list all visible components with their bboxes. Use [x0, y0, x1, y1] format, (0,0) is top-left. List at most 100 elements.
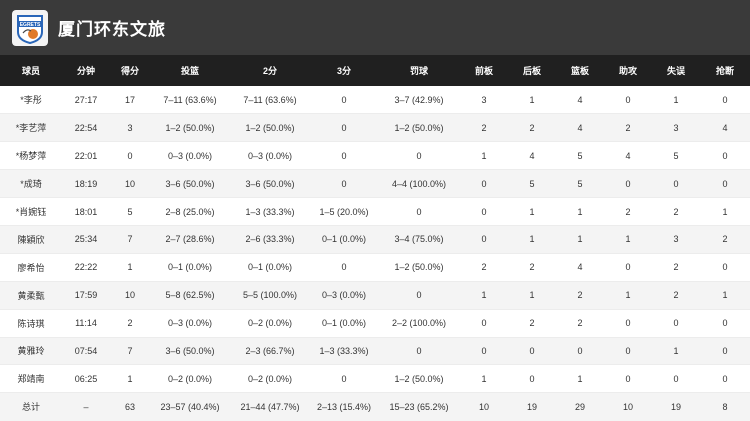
stat-cell: 0	[556, 337, 604, 366]
stat-cell: 1	[508, 86, 556, 115]
stat-cell: 1	[700, 197, 750, 226]
stat-cell: 0	[700, 309, 750, 338]
column-header[interactable]: 投篮	[150, 55, 230, 86]
player-name-cell[interactable]: 郑靖南	[0, 364, 62, 394]
stat-cell: 3–6 (50.0%)	[150, 169, 230, 199]
stat-cell: 0	[310, 113, 378, 143]
stat-cell: 0–1 (0.0%)	[310, 225, 378, 254]
table-row: 廖希怡 22:22 1 0–1 (0.0%) 0–1 (0.0%) 0 1–2 (50.0%…	[0, 253, 750, 282]
stat-cell: 7–11 (63.6%)	[230, 86, 310, 115]
column-header[interactable]: 后板	[508, 55, 556, 86]
stat-cell: 0	[604, 253, 652, 282]
player-name-cell[interactable]: *杨梦萍	[0, 141, 62, 171]
stat-cell: 22:01	[62, 141, 110, 171]
stat-cell: 0	[652, 309, 700, 338]
stat-cell: 8	[722, 401, 728, 412]
stat-cell: 1–2 (50.0%)	[150, 113, 230, 143]
stat-cell: 1	[508, 197, 556, 226]
stat-cell: 1	[652, 86, 700, 115]
player-name-cell[interactable]: 陳穎欣	[0, 225, 62, 254]
table-header-row: 球员 分钟 得分 投篮 2分 3分 罚球 前板 后板 篮板 助攻 失误 抢断	[0, 55, 750, 86]
logo-text: EGRETS	[20, 22, 41, 28]
stat-cell: 2	[604, 197, 652, 226]
stat-cell: 2	[652, 281, 700, 310]
stat-cell: 3	[110, 113, 150, 143]
player-name-cell[interactable]: 廖希怡	[0, 253, 62, 282]
column-header[interactable]: 2分	[230, 55, 310, 86]
stat-cell: 0–3 (0.0%)	[310, 281, 378, 310]
stat-cell: 3–6 (50.0%)	[150, 337, 230, 366]
stat-cell: 1	[110, 253, 150, 282]
stat-cell: 0	[310, 364, 378, 394]
stat-cell: 25:34	[62, 225, 110, 254]
stat-cell: 5–5 (100.0%)	[230, 281, 310, 310]
stat-cell: 3	[652, 225, 700, 254]
stat-cell: 1	[604, 281, 652, 310]
column-header[interactable]: 助攻	[604, 55, 652, 86]
table-row: 陳穎欣 25:34 7 2–7 (28.6%) 2–6 (33.3%) 0–1 (0.0%…	[0, 225, 750, 254]
table-row: 黄雅玲 07:54 7 3–6 (50.0%) 2–3 (66.7%) 1–3 (33.3…	[0, 337, 750, 366]
stat-cell: 0–2 (0.0%)	[150, 364, 230, 394]
stat-cell: 0–1 (0.0%)	[310, 309, 378, 338]
stat-cell: 4	[700, 113, 750, 143]
stat-cell: 29	[574, 401, 585, 412]
stat-cell: 1	[460, 364, 508, 394]
stat-cell: 4	[508, 141, 556, 171]
box-score-table: 球员 分钟 得分 投篮 2分 3分 罚球 前板 后板 篮板 助攻 失误 抢断 *李彤 27:17 17 7–1…	[0, 55, 750, 421]
stat-cell: 3–4 (75.0%)	[378, 225, 460, 254]
stat-cell: 4	[556, 86, 604, 115]
table-row: *肖婉钰 18:01 5 2–8 (25.0%) 1–3 (33.3%) 1–5 (20.…	[0, 197, 750, 226]
player-name-cell[interactable]: 总计	[0, 393, 62, 421]
stat-cell: 2	[508, 253, 556, 282]
player-name-cell[interactable]: *李艺萍	[0, 113, 62, 143]
stat-cell: 0	[604, 169, 652, 199]
stat-cell: 4	[556, 113, 604, 143]
stat-cell: 22:54	[62, 113, 110, 143]
column-header[interactable]: 得分	[110, 55, 150, 86]
stat-cell: 7	[110, 225, 150, 254]
stat-cell: 0	[460, 169, 508, 199]
stat-cell: 2–6 (33.3%)	[230, 225, 310, 254]
stat-cell: 1	[556, 364, 604, 394]
column-header[interactable]: 罚球	[378, 55, 460, 86]
player-name-cell[interactable]: 黄柔甄	[0, 281, 62, 310]
column-header[interactable]: 3分	[310, 55, 378, 86]
stat-cell: 5	[556, 141, 604, 171]
stat-cell: 3–6 (50.0%)	[230, 169, 310, 199]
stat-cell: 7	[110, 337, 150, 366]
stat-cell: 2	[652, 253, 700, 282]
column-header[interactable]: 篮板	[556, 55, 604, 86]
player-name-cell[interactable]: *肖婉钰	[0, 197, 62, 226]
stat-cell: 10	[478, 401, 489, 412]
stat-cell: 0	[604, 86, 652, 115]
stat-cell: 5	[110, 197, 150, 226]
stat-cell: 0	[652, 364, 700, 394]
stat-cell: 2	[460, 113, 508, 143]
stat-cell: 06:25	[62, 364, 110, 394]
column-header[interactable]: 前板	[460, 55, 508, 86]
player-name-cell[interactable]: *李彤	[0, 86, 62, 115]
table-row: *李彤 27:17 17 7–11 (63.6%) 7–11 (63.6%) 0 3–7 (…	[0, 86, 750, 115]
column-header[interactable]: 分钟	[62, 55, 110, 86]
stat-cell: 7–11 (63.6%)	[150, 86, 230, 115]
stat-cell: 0	[604, 364, 652, 394]
stat-cell: 1	[508, 225, 556, 254]
stat-cell: 2–3 (66.7%)	[230, 337, 310, 366]
stat-cell: 0–3 (0.0%)	[150, 141, 230, 171]
column-header[interactable]: 失误	[652, 55, 700, 86]
player-name-cell[interactable]: 陈诗琪	[0, 309, 62, 338]
stat-cell: 11:14	[62, 309, 110, 338]
stat-cell: 1–3 (33.3%)	[230, 197, 310, 226]
stat-cell: 5	[652, 141, 700, 171]
stat-cell: 2	[700, 225, 750, 254]
stat-cell: 0	[310, 169, 378, 199]
stat-cell: 0	[700, 141, 750, 171]
stat-cell: 1	[508, 281, 556, 310]
player-name-cell[interactable]: *成琦	[0, 169, 62, 199]
stat-cell: 0	[460, 337, 508, 366]
stat-cell: 0	[652, 169, 700, 199]
column-header[interactable]: 球员	[0, 55, 62, 86]
stat-cell: 1	[556, 197, 604, 226]
column-header[interactable]: 抢断	[700, 55, 750, 86]
player-name-cell[interactable]: 黄雅玲	[0, 337, 62, 366]
